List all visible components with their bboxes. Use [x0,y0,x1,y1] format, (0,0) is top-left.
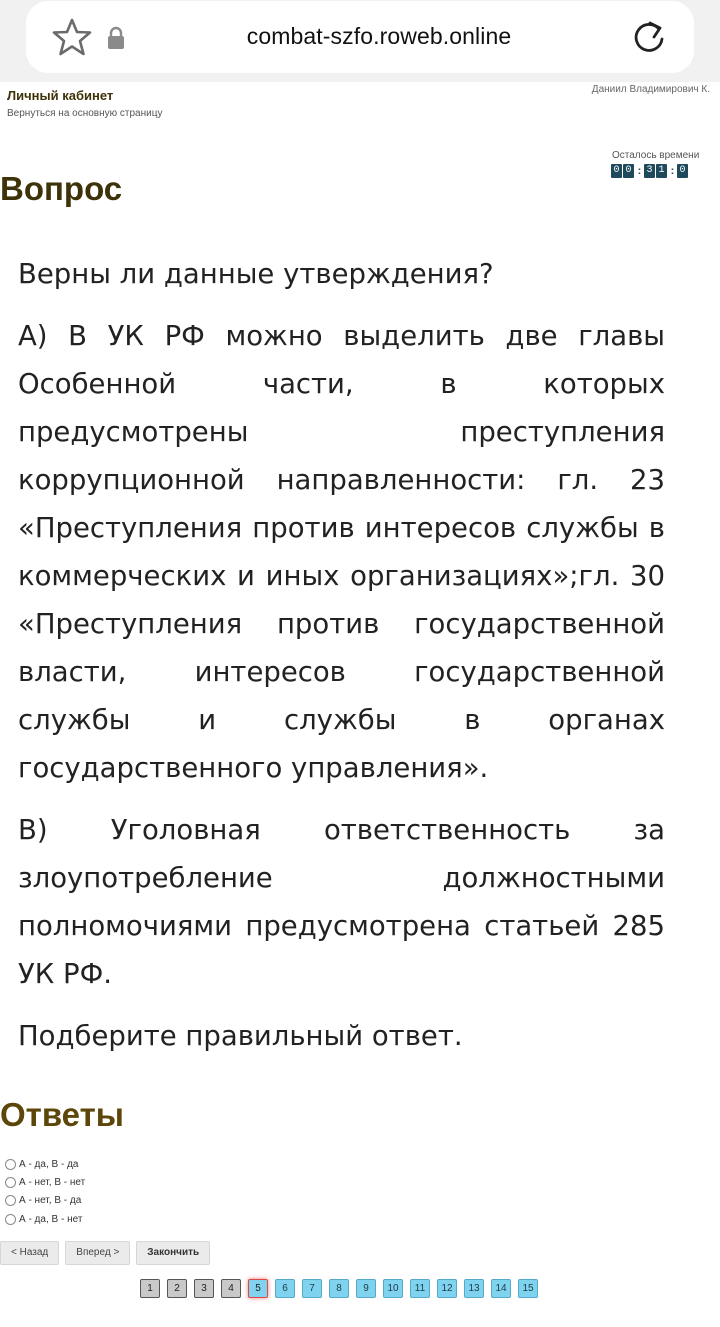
question-paragraph: А) В УК РФ можно выделить две главы Особ… [18,320,665,784]
page-button-10[interactable]: 10 [383,1279,403,1298]
question-paragraph: Верны ли данные утверждения? [18,258,494,290]
page-button-5[interactable]: 5 [248,1279,268,1298]
answer-label: А - нет, В - да [19,1195,82,1207]
url-text: combat-szfo.roweb.online [246,23,512,49]
timer-separator: : [637,165,642,177]
answer-label: А - да, В - нет [19,1213,83,1225]
answer-option[interactable]: А - да, В - да [5,1155,85,1173]
browser-address-bar: combat-szfo.roweb.online [0,0,720,82]
page-button-13[interactable]: 13 [464,1279,484,1298]
forward-button[interactable]: Вперед > [65,1241,131,1265]
answer-option[interactable]: А - нет, В - да [5,1192,85,1210]
page-button-15[interactable]: 15 [518,1279,538,1298]
countdown-timer: 0 0 : 3 1 : 0 [611,164,689,178]
user-name: Даниил Владимирович К. [591,84,710,95]
page-button-7[interactable]: 7 [302,1279,322,1298]
page-button-6[interactable]: 6 [275,1279,295,1298]
page-button-8[interactable]: 8 [329,1279,349,1298]
question-text: Верны ли данные утверждения? А) В УК РФ … [18,250,665,1074]
question-paragraph: Подберите правильный ответ. [18,1020,463,1052]
answer-radio[interactable] [5,1213,16,1225]
page-button-4[interactable]: 4 [221,1279,241,1298]
page-button-1[interactable]: 1 [140,1279,160,1298]
question-heading: Вопрос [0,170,123,207]
timer-digit: 0 [611,164,622,178]
page-button-14[interactable]: 14 [491,1279,511,1298]
back-button[interactable]: < Назад [0,1241,60,1265]
answer-radio[interactable] [5,1195,16,1207]
timer-separator: : [670,165,675,177]
timer-digit: 0 [677,164,688,178]
reload-icon[interactable] [630,17,668,57]
page-button-2[interactable]: 2 [167,1279,187,1298]
answer-radio[interactable] [5,1176,16,1188]
answer-label: А - да, В - да [19,1158,79,1170]
answer-options: А - да, В - да А - нет, В - нет А - нет,… [5,1155,85,1228]
answer-option[interactable]: А - нет, В - нет [5,1173,85,1191]
question-paragraph: В) Уголовная ответственность за злоупотр… [18,814,665,990]
page-button-11[interactable]: 11 [410,1279,430,1298]
bookmark-star-icon[interactable] [52,17,92,57]
timer-label: Осталось времени [612,150,700,161]
answer-radio[interactable] [5,1158,16,1170]
question-navigation: < Назад Вперед > Закончить [0,1241,216,1265]
url-field[interactable]: combat-szfo.roweb.online [26,1,694,73]
answers-heading: Ответы [0,1096,124,1133]
cabinet-title[interactable]: Личный кабинет [7,88,113,103]
answer-option[interactable]: А - да, В - нет [5,1210,85,1228]
finish-button[interactable]: Закончить [136,1241,211,1265]
question-pagination: 1 2 3 4 5 6 7 8 9 10 11 12 13 14 15 [140,1279,545,1298]
timer-digit: 1 [656,164,667,178]
page-button-12[interactable]: 12 [437,1279,457,1298]
timer-digit: 3 [644,164,655,178]
page-button-9[interactable]: 9 [356,1279,376,1298]
timer-digit: 0 [623,164,634,178]
page-button-3[interactable]: 3 [194,1279,214,1298]
answer-label: А - нет, В - нет [19,1176,86,1188]
back-to-main-link[interactable]: Вернуться на основную страницу [7,108,162,119]
lock-icon [108,26,124,49]
